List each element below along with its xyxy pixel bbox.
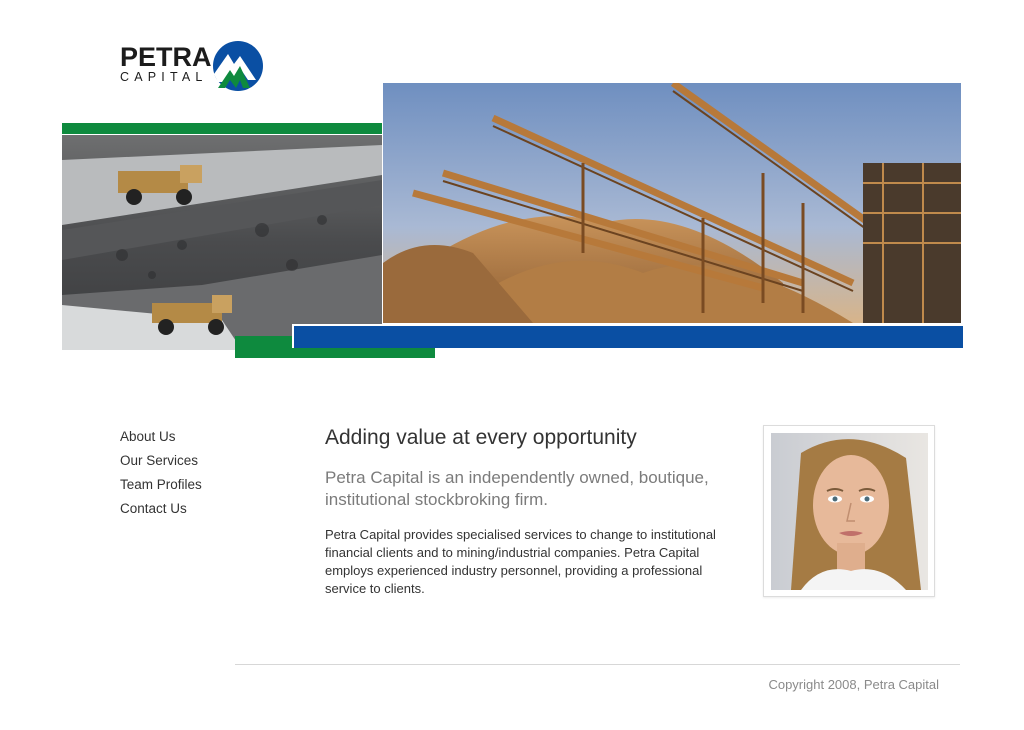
main-content: Adding value at every opportunity Petra …	[325, 423, 745, 598]
nav-about-us[interactable]: About Us	[120, 425, 280, 449]
footer-divider	[235, 664, 960, 665]
main-navigation: About Us Our Services Team Profiles Cont…	[120, 425, 280, 521]
mountain-logo-icon	[213, 41, 263, 91]
nav-our-services[interactable]: Our Services	[120, 449, 280, 473]
mining-trucks-image	[62, 135, 382, 350]
woman-portrait-image	[771, 433, 928, 590]
page: PETRA CAPITAL About Us Our Services Team…	[0, 0, 1024, 730]
lead-paragraph: Petra Capital is an independently owned,…	[325, 468, 709, 509]
logo-wordmark: PETRA	[120, 42, 212, 72]
body-paragraph: Petra Capital provides specialised servi…	[325, 527, 716, 596]
copyright-text: Copyright 2008, Petra Capital	[768, 677, 939, 692]
blue-accent-bar	[292, 324, 963, 348]
portrait-frame	[763, 425, 935, 597]
nav-contact-us[interactable]: Contact Us	[120, 497, 280, 521]
conveyor-stockpile-image	[383, 83, 961, 323]
site-logo[interactable]: PETRA CAPITAL	[118, 40, 268, 92]
green-accent-bar-top	[62, 123, 382, 134]
nav-team-profiles[interactable]: Team Profiles	[120, 473, 280, 497]
page-title: Adding value at every opportunity	[325, 426, 637, 449]
logo-subtitle: CAPITAL	[120, 70, 208, 84]
